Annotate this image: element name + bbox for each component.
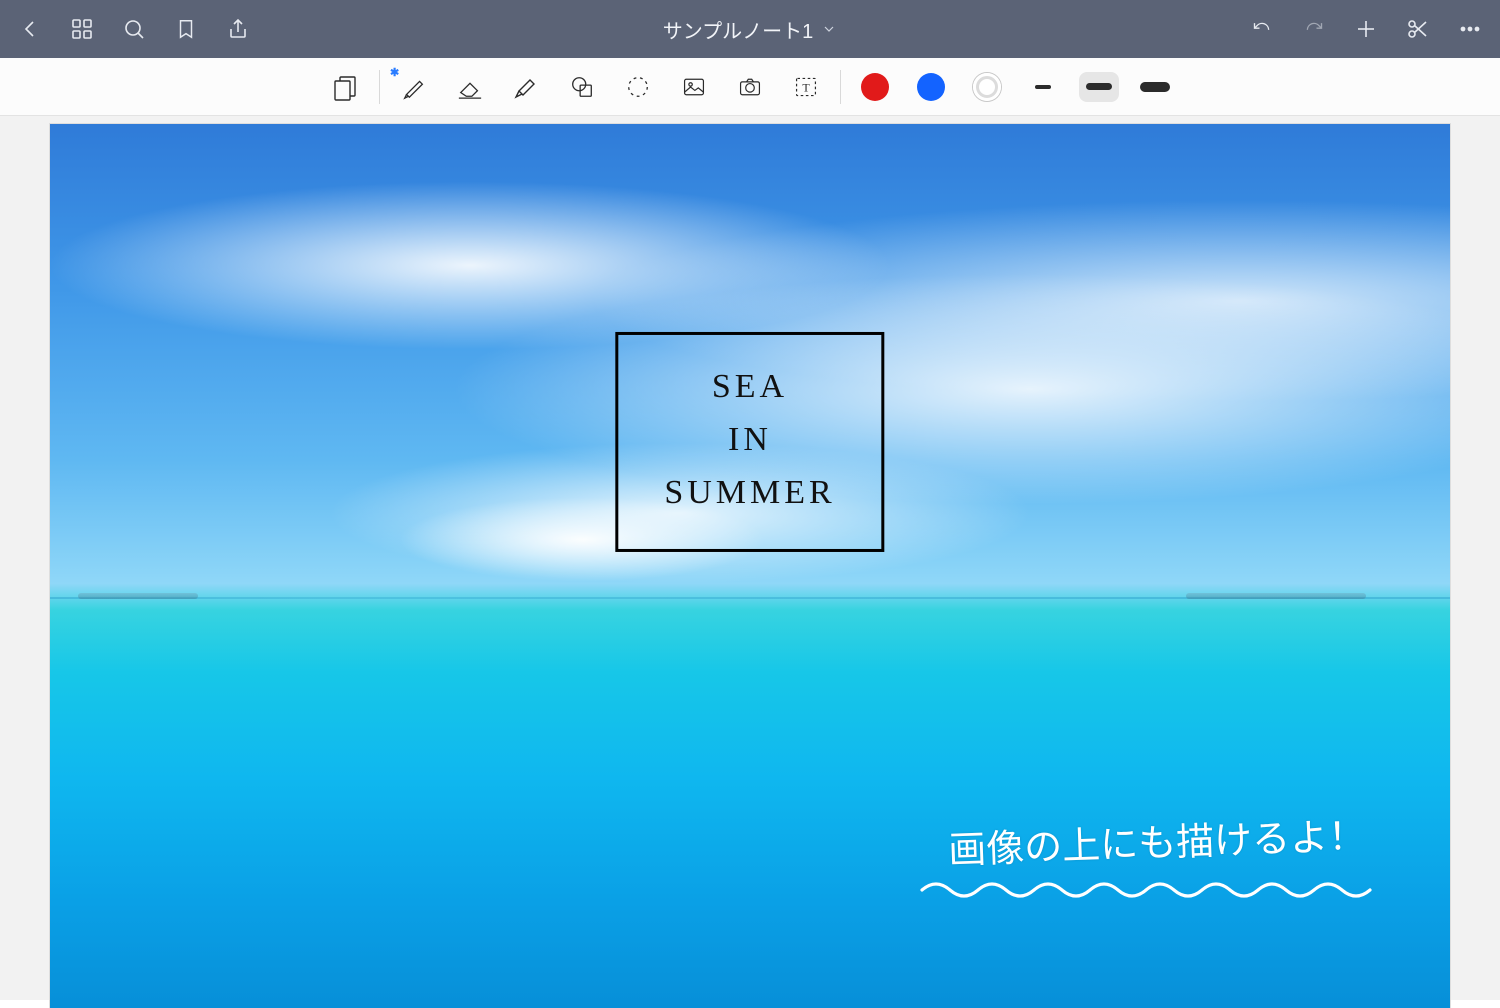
page-template-button[interactable] [317, 64, 373, 110]
eraser-icon [455, 74, 485, 100]
grid-view-button[interactable] [58, 5, 106, 53]
lasso-tool-button[interactable] [610, 64, 666, 110]
bluetooth-badge-icon: ✱ [390, 66, 399, 79]
chevron-down-icon [821, 21, 837, 37]
shapes-icon [568, 74, 596, 100]
redo-button[interactable] [1290, 5, 1338, 53]
image-tool-button[interactable] [666, 64, 722, 110]
text-icon: T [793, 75, 819, 99]
document-title[interactable]: サンプルノート1 [663, 15, 838, 44]
undo-button[interactable] [1238, 5, 1286, 53]
text-tool-button[interactable]: T [778, 64, 834, 110]
eraser-tool-button[interactable] [442, 64, 498, 110]
stroke-medium-icon [1086, 83, 1112, 90]
plus-icon [1354, 17, 1378, 41]
tool-bar: ✱ T [0, 58, 1500, 116]
stroke-thick-button[interactable] [1127, 64, 1183, 110]
scissors-button[interactable] [1394, 5, 1442, 53]
pen-tool-button[interactable]: ✱ [386, 64, 442, 110]
canvas-area[interactable]: SEA IN SUMMER 画像の上にも描けるよ！ [0, 116, 1500, 1000]
pen-icon [401, 73, 427, 101]
grid-icon [70, 17, 94, 41]
more-button[interactable] [1446, 5, 1494, 53]
share-button[interactable] [214, 5, 262, 53]
title-line: SEA [664, 361, 835, 414]
back-icon [18, 17, 42, 41]
color-blue-button[interactable] [903, 64, 959, 110]
horizon-island [78, 593, 198, 599]
share-icon [226, 16, 250, 42]
separator [840, 70, 841, 104]
svg-text:T: T [802, 80, 810, 94]
lasso-icon [624, 74, 652, 100]
camera-tool-button[interactable] [722, 64, 778, 110]
search-icon [122, 17, 146, 41]
highlighter-icon [512, 73, 540, 101]
highlighter-tool-button[interactable] [498, 64, 554, 110]
handwritten-annotation: 画像の上にも描けるよ！ [947, 804, 1367, 874]
back-button[interactable] [6, 5, 54, 53]
color-red-button[interactable] [847, 64, 903, 110]
color-swatch-ring-icon [973, 73, 1001, 101]
top-navbar: サンプルノート1 [0, 0, 1500, 58]
scissors-icon [1406, 17, 1430, 41]
redo-icon [1301, 19, 1327, 39]
image-title-box: SEA IN SUMMER [615, 332, 884, 552]
stroke-thin-icon [1035, 85, 1051, 89]
underline-squiggle-icon [920, 878, 1380, 898]
stroke-thick-icon [1140, 82, 1170, 92]
camera-icon [736, 75, 764, 99]
bookmark-button[interactable] [162, 5, 210, 53]
title-line: SUMMER [664, 467, 835, 520]
stroke-thin-button[interactable] [1015, 64, 1071, 110]
image-icon [680, 75, 708, 99]
shapes-tool-button[interactable] [554, 64, 610, 110]
horizon-island [1186, 593, 1366, 599]
bookmark-icon [175, 17, 197, 41]
search-button[interactable] [110, 5, 158, 53]
color-swatch-red [861, 73, 889, 101]
title-line: IN [664, 414, 835, 467]
stroke-medium-button[interactable] [1071, 64, 1127, 110]
add-button[interactable] [1342, 5, 1390, 53]
page-template-icon [331, 73, 359, 101]
note-page[interactable]: SEA IN SUMMER 画像の上にも描けるよ！ [50, 124, 1450, 1008]
separator [379, 70, 380, 104]
more-icon [1458, 17, 1482, 41]
color-custom-button[interactable] [959, 64, 1015, 110]
color-swatch-blue [917, 73, 945, 101]
document-title-text: サンプルノート1 [663, 15, 814, 44]
undo-icon [1249, 19, 1275, 39]
